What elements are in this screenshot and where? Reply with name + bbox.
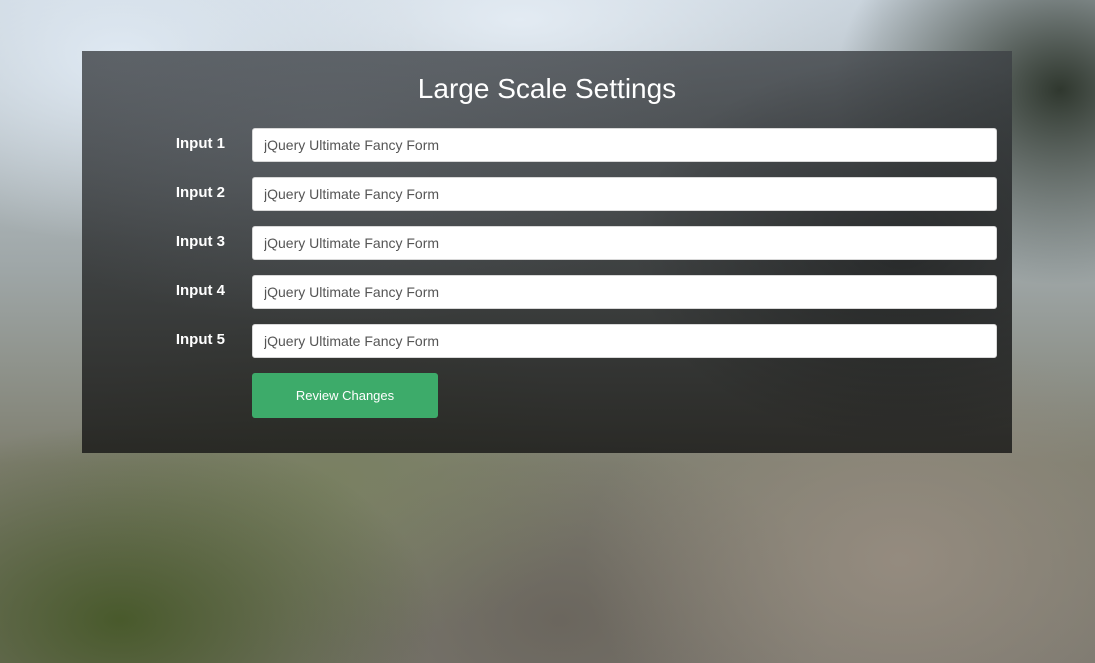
input-5-field[interactable] <box>252 324 997 358</box>
input-5-label: Input 5 <box>175 331 225 348</box>
input-1-label: Input 1 <box>175 135 225 152</box>
form-row-input-4: Input 4 <box>82 275 1012 309</box>
input-1-field[interactable] <box>252 128 997 162</box>
review-changes-button[interactable]: Review Changes <box>252 373 438 418</box>
input-3-label: Input 3 <box>175 233 225 250</box>
input-4-field[interactable] <box>252 275 997 309</box>
settings-panel: Large Scale Settings Input 1 Input 2 Inp… <box>82 51 1012 453</box>
input-2-label: Input 2 <box>175 184 225 201</box>
form-row-input-2: Input 2 <box>82 177 1012 211</box>
panel-title: Large Scale Settings <box>417 73 677 104</box>
form-row-input-3: Input 3 <box>82 226 1012 260</box>
input-3-field[interactable] <box>252 226 997 260</box>
input-2-field[interactable] <box>252 177 997 211</box>
form-row-input-1: Input 1 <box>82 128 1012 162</box>
input-4-label: Input 4 <box>175 282 225 299</box>
form-row-input-5: Input 5 <box>82 324 1012 358</box>
